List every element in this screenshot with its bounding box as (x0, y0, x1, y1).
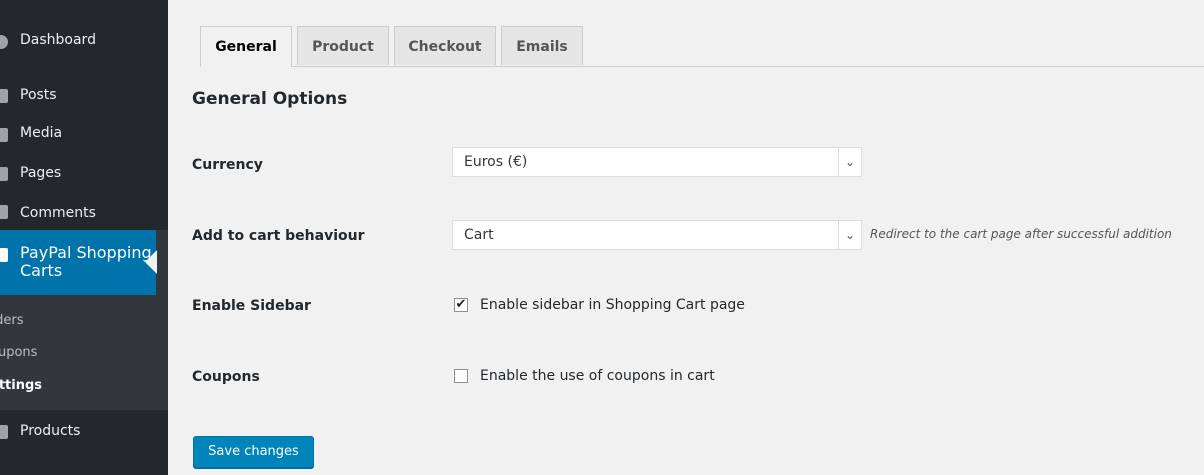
coupons-checkbox-label[interactable]: Enable the use of coupons in cart (480, 368, 715, 384)
add-to-cart-select[interactable]: Cart ⌄ (452, 220, 862, 250)
dashboard-icon (0, 35, 8, 49)
chevron-down-icon: ⌄ (838, 221, 861, 249)
enable-sidebar-checkbox[interactable]: ✔ (454, 298, 468, 312)
settings-tabs: General Product Checkout Emails (200, 26, 1204, 67)
enable-sidebar-label: Enable Sidebar (192, 298, 311, 314)
tab-product[interactable]: Product (297, 26, 389, 65)
pin-icon (0, 89, 8, 103)
tab-checkout[interactable]: Checkout (394, 26, 496, 65)
enable-sidebar-checkbox-label[interactable]: Enable sidebar in Shopping Cart page (480, 297, 745, 313)
coupons-label: Coupons (192, 369, 260, 385)
tab-emails[interactable]: Emails (501, 26, 583, 65)
tab-general[interactable]: General (200, 26, 292, 67)
submenu-item-settings[interactable]: ettings (0, 378, 42, 393)
currency-select[interactable]: Euros (€) ⌄ (452, 147, 862, 177)
save-button[interactable]: Save changes (193, 436, 314, 468)
pin-icon (0, 425, 8, 439)
comments-icon (0, 205, 8, 219)
current-menu-pointer (133, 250, 157, 274)
cart-icon (0, 248, 8, 262)
pages-icon (0, 167, 8, 181)
sidebar-item-paypal-shopping-carts[interactable]: PayPal Shopping Carts (0, 230, 157, 295)
currency-label: Currency (192, 157, 263, 173)
page-title: General Options (192, 89, 348, 109)
chevron-down-icon: ⌄ (838, 148, 861, 176)
media-icon (0, 128, 8, 142)
submenu-item-coupons[interactable]: oupons (0, 345, 37, 360)
submenu-item-orders[interactable]: rders (0, 313, 23, 328)
coupons-checkbox[interactable] (454, 369, 468, 383)
admin-sidebar: Dashboard Posts Media Pages Comments Pay… (0, 0, 168, 475)
add-to-cart-label: Add to cart behaviour (192, 228, 365, 244)
add-to-cart-hint: Redirect to the cart page after successf… (870, 227, 1172, 241)
